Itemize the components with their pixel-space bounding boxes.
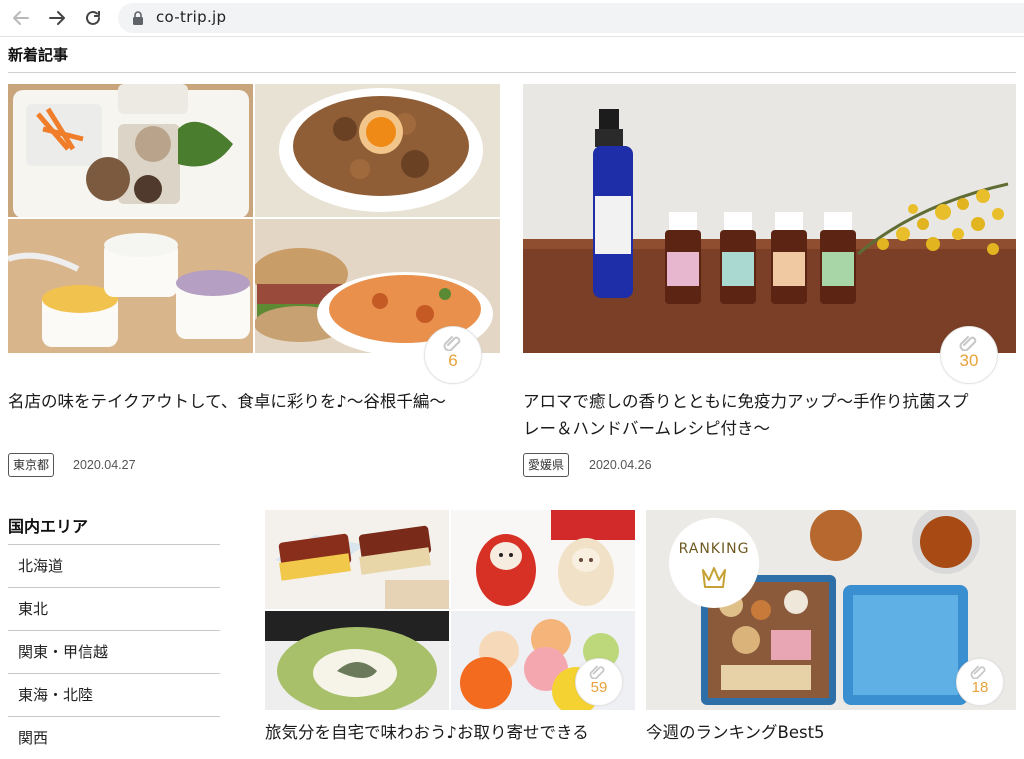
article-title[interactable]: アロマで癒しの香りとともに免疫力アップ～手作り抗菌スプ レー＆ハンドバームレシピ… bbox=[523, 388, 1016, 442]
clip-count: 30 bbox=[959, 351, 979, 370]
card-photo-matcha-roll[interactable] bbox=[265, 611, 449, 710]
address-bar[interactable]: co-trip.jp bbox=[118, 3, 1024, 33]
area-tag[interactable]: 愛媛県 bbox=[523, 453, 570, 477]
url-text: co-trip.jp bbox=[156, 8, 227, 26]
article-date: 2020.04.27 bbox=[73, 458, 136, 472]
back-arrow-icon[interactable] bbox=[11, 8, 31, 28]
article-photo-bento[interactable] bbox=[8, 84, 253, 217]
article-photo-donburi[interactable] bbox=[255, 84, 500, 217]
forward-arrow-icon[interactable] bbox=[47, 8, 67, 28]
article-title-line: アロマで癒しの香りとともに免疫力アップ～手作り抗菌スプ bbox=[523, 392, 969, 411]
divider bbox=[8, 72, 1016, 73]
area-tag[interactable]: 東京都 bbox=[8, 453, 55, 477]
article-title-line: レー＆ハンドバームレシピ付き～ bbox=[523, 419, 771, 438]
paperclip-icon bbox=[443, 336, 461, 351]
area-list: 北海道 東北 関東・甲信越 東海・北陸 関西 bbox=[8, 544, 220, 759]
clip-count: 59 bbox=[590, 679, 608, 696]
sidebar-item-tokai[interactable]: 東海・北陸 bbox=[8, 673, 220, 716]
crown-icon bbox=[702, 567, 726, 588]
lock-icon bbox=[133, 11, 143, 25]
sidebar-item-kansai[interactable]: 関西 bbox=[8, 716, 220, 759]
paperclip-icon bbox=[959, 336, 977, 351]
card-photo-daruma[interactable] bbox=[451, 510, 635, 609]
reload-icon[interactable] bbox=[83, 8, 103, 28]
clip-count-badge[interactable]: 30 bbox=[940, 326, 998, 384]
sidebar-title: 国内エリア bbox=[8, 517, 89, 536]
card-title[interactable]: 今週のランキングBest5 bbox=[646, 719, 1016, 746]
clip-count: 6 bbox=[448, 351, 458, 370]
clip-count: 18 bbox=[971, 679, 989, 696]
sidebar-item-tohoku[interactable]: 東北 bbox=[8, 587, 220, 630]
article-title[interactable]: 名店の味をテイクアウトして、食卓に彩りを♪～谷根千編～ bbox=[8, 388, 503, 415]
article-photo-aroma[interactable] bbox=[523, 84, 1016, 353]
article-photo-icecream[interactable] bbox=[8, 219, 253, 353]
clip-count-badge[interactable]: 18 bbox=[956, 658, 1004, 706]
browser-toolbar: co-trip.jp bbox=[0, 0, 1024, 37]
clip-count-badge[interactable]: 59 bbox=[575, 658, 623, 706]
card-photo-jelly[interactable] bbox=[265, 510, 449, 609]
section-title: 新着記事 bbox=[8, 46, 69, 64]
sidebar-item-kanto[interactable]: 関東・甲信越 bbox=[8, 630, 220, 673]
ranking-label: RANKING bbox=[678, 541, 750, 557]
paperclip-icon bbox=[589, 665, 605, 679]
article-date: 2020.04.26 bbox=[589, 458, 652, 472]
card-title[interactable]: 旅気分を自宅で味わおう♪お取り寄せできる bbox=[265, 719, 635, 746]
sidebar-item-hokkaido[interactable]: 北海道 bbox=[8, 544, 220, 587]
paperclip-icon bbox=[970, 665, 986, 679]
clip-count-badge[interactable]: 6 bbox=[424, 326, 482, 384]
ranking-badge: RANKING bbox=[669, 518, 759, 608]
